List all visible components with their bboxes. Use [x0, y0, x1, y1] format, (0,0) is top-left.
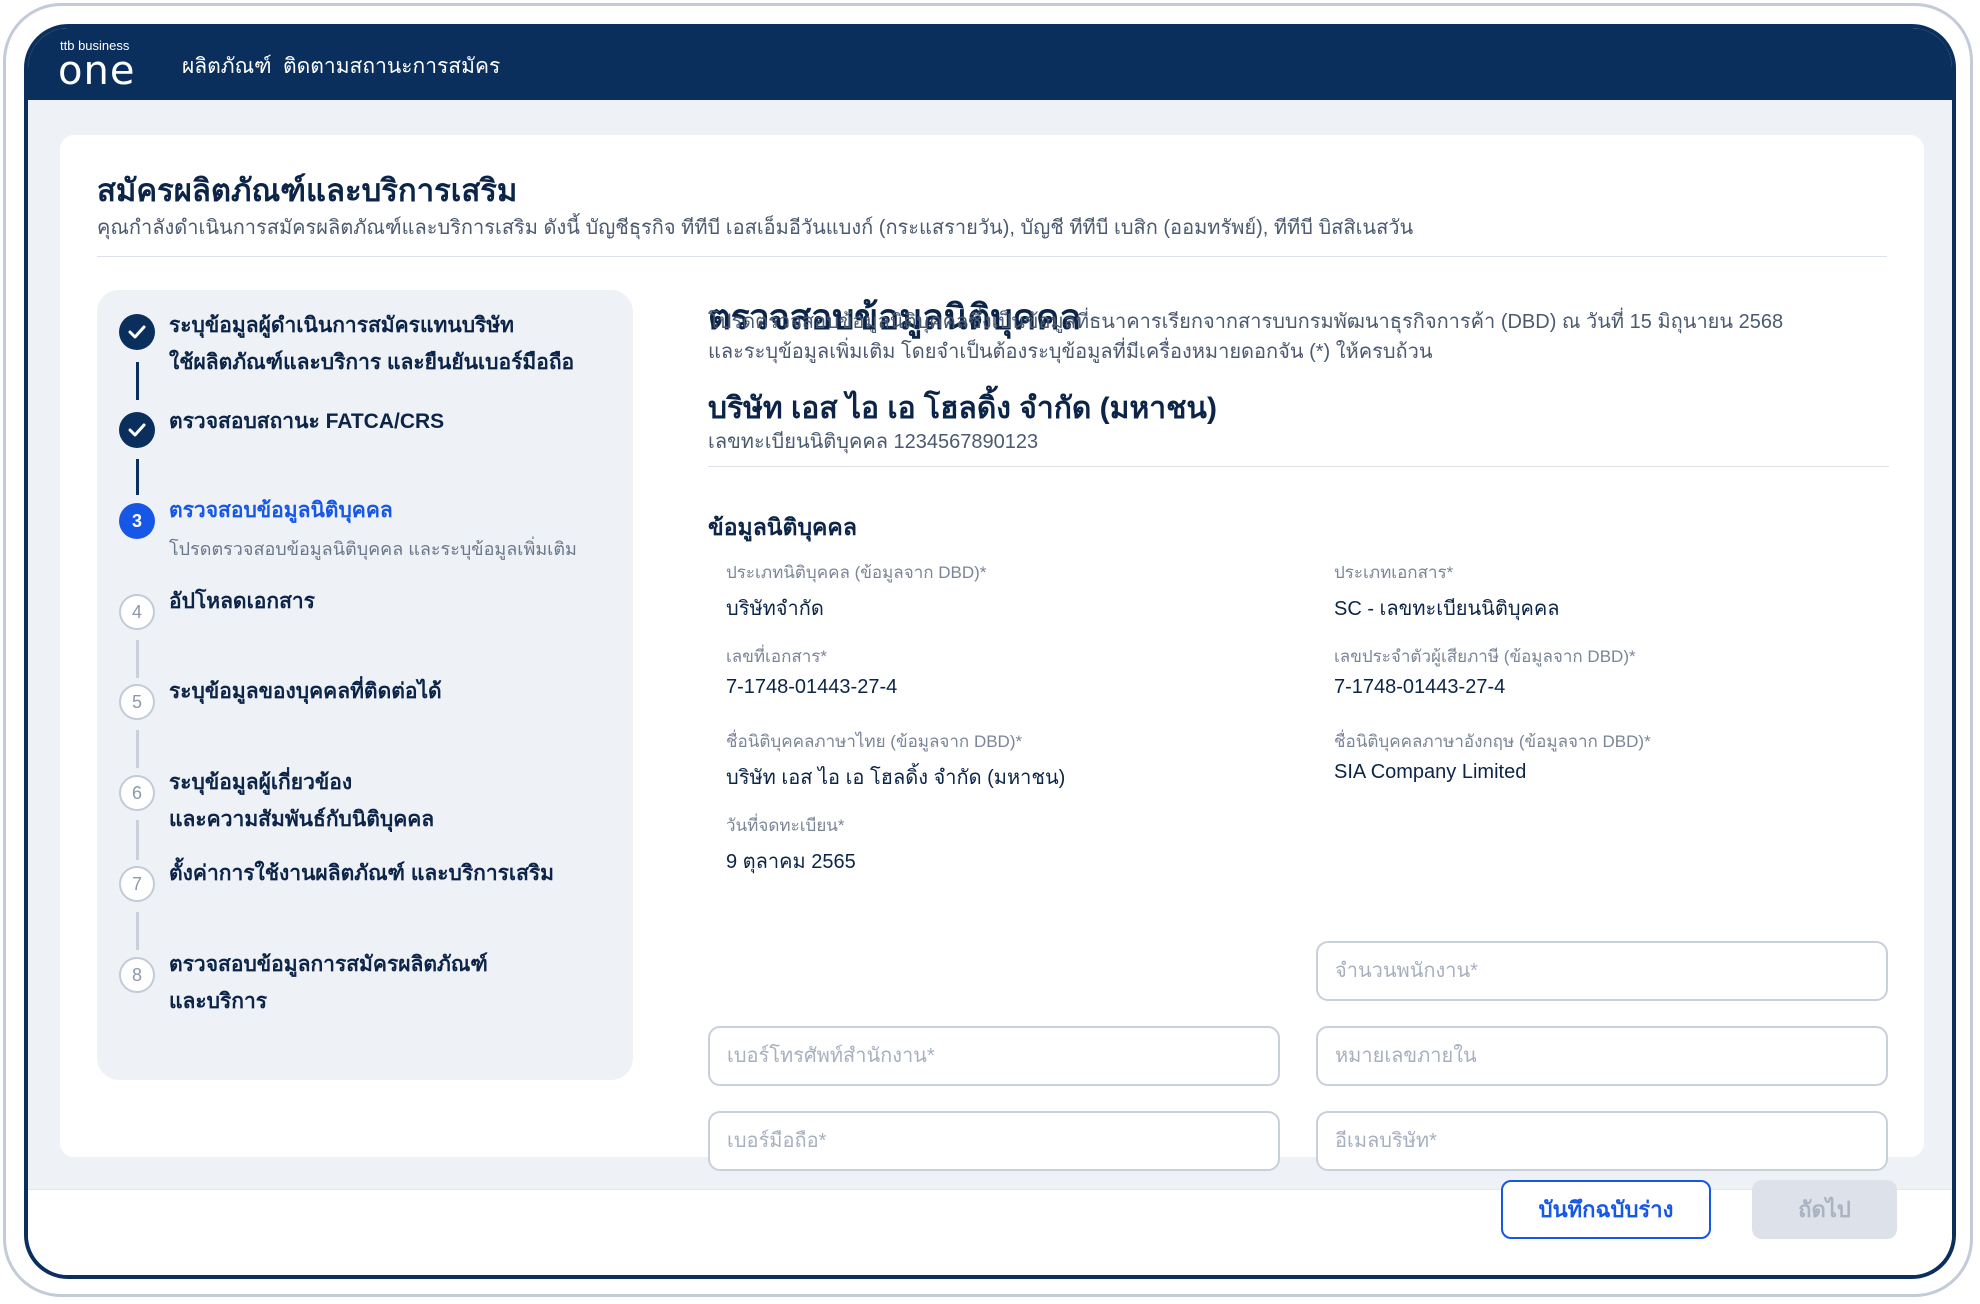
- employee-count-input[interactable]: [1316, 941, 1888, 1001]
- main-card: สมัครผลิตภัณฑ์และบริการเสริม คุณกำลังดำเ…: [60, 135, 1924, 1171]
- step-1-label: ระบุข้อมูลผู้ดำเนินการสมัครแทนบริษัท ใช้…: [169, 314, 575, 374]
- field-label: ประเภทนิติบุคคล (ข้อมูลจาก DBD)*: [726, 563, 987, 582]
- divider: [97, 256, 1887, 257]
- next-button[interactable]: ถัดไป: [1752, 1180, 1897, 1239]
- step-connector: [136, 912, 139, 950]
- field-label: เลขที่เอกสาร*: [726, 647, 828, 666]
- check-icon: [119, 314, 155, 350]
- field-document-type: ประเภทเอกสาร* SC - เลขทะเบียนนิติบุคคล: [1334, 559, 1560, 624]
- step-3-label: ตรวจสอบข้อมูลนิติบุคคล: [169, 499, 393, 522]
- field-tax-id: เลขประจำตัวผู้เสียภาษี (ข้อมูลจาก DBD)* …: [1334, 643, 1636, 699]
- logo-text: one: [58, 48, 136, 94]
- field-value: SIA Company Limited: [1334, 761, 1527, 783]
- office-phone-input[interactable]: [708, 1026, 1280, 1086]
- field-entity-type: ประเภทนิติบุคคล (ข้อมูลจาก DBD)* บริษัทจ…: [726, 559, 986, 624]
- step-number-badge: 8: [119, 957, 155, 993]
- step-connector: [136, 362, 139, 400]
- check-icon: [119, 412, 155, 448]
- field-value: 7-1748-01443-27-4: [726, 676, 898, 698]
- step-6-label: ระบุข้อมูลผู้เกี่ยวข้อง และความสัมพันธ์ก…: [169, 771, 435, 831]
- field-label: ชื่อนิติบุคคลภาษาอังกฤษ (ข้อมูลจาก DBD)*: [1334, 732, 1651, 751]
- divider: [708, 466, 1889, 467]
- ttb-business-one-logo[interactable]: ttb business one: [58, 38, 148, 94]
- nav-products[interactable]: ผลิตภัณฑ์: [182, 50, 272, 83]
- extension-input[interactable]: [1316, 1026, 1888, 1086]
- step-number-badge: 7: [119, 866, 155, 902]
- field-label: วันที่จดทะเบียน*: [726, 816, 845, 835]
- step-7-label: ตั้งค่าการใช้งานผลิตภัณฑ์ และบริการเสริม: [169, 862, 555, 885]
- step-connector: [136, 459, 139, 495]
- field-registration-date: วันที่จดทะเบียน* 9 ตุลาคม 2565: [726, 812, 856, 877]
- field-label: ชื่อนิติบุคคลภาษาไทย (ข้อมูลจาก DBD)*: [726, 732, 1023, 751]
- nav-track-application[interactable]: ติดตามสถานะการสมัคร: [283, 50, 500, 83]
- step-2-label: ตรวจสอบสถานะ FATCA/CRS: [169, 410, 445, 433]
- step-3-description: โปรดตรวจสอบข้อมูลนิติบุคคล และระบุข้อมูล…: [169, 539, 577, 559]
- top-nav-bar: ttb business one ผลิตภัณฑ์ ติดตามสถานะกา…: [28, 28, 1952, 100]
- step-connector: [136, 640, 139, 678]
- step-8-label: ตรวจสอบข้อมูลการสมัครผลิตภัณฑ์ และบริการ: [169, 953, 488, 1013]
- step-number-badge: 5: [119, 684, 155, 720]
- registration-number: เลขทะเบียนนิติบุคคล 1234567890123: [708, 431, 1039, 453]
- step-number-badge: 3: [119, 503, 155, 539]
- step-5-label: ระบุข้อมูลของบุคคลที่ติดต่อได้: [169, 680, 442, 703]
- field-value: บริษัทจำกัด: [726, 598, 824, 620]
- field-value: SC - เลขทะเบียนนิติบุคคล: [1334, 598, 1560, 620]
- mobile-input[interactable]: [708, 1111, 1280, 1171]
- field-name-thai: ชื่อนิติบุคคลภาษาไทย (ข้อมูลจาก DBD)* บร…: [726, 728, 1065, 793]
- field-value: บริษัท เอส ไอ เอ โฮลดิ้ง จำกัด (มหาชน): [726, 767, 1066, 789]
- field-label: เลขประจำตัวผู้เสียภาษี (ข้อมูลจาก DBD)*: [1334, 647, 1636, 666]
- page-subtitle: คุณกำลังดำเนินการสมัครผลิตภัณฑ์และบริการ…: [97, 217, 1414, 239]
- field-name-english: ชื่อนิติบุคคลภาษาอังกฤษ (ข้อมูลจาก DBD)*…: [1334, 728, 1651, 784]
- step-connector: [136, 820, 139, 860]
- page-title: สมัครผลิตภัณฑ์และบริการเสริม: [97, 173, 518, 208]
- save-draft-button[interactable]: บันทึกฉบับร่าง: [1501, 1180, 1711, 1239]
- step-4-label: อัปโหลดเอกสาร: [169, 590, 315, 613]
- company-email-input[interactable]: [1316, 1111, 1888, 1171]
- section-description: โปรดตรวจสอบข้อมูลนิติบุคคลซึ่งเป็นข้อมูล…: [708, 311, 1784, 363]
- field-document-number: เลขที่เอกสาร* 7-1748-01443-27-4: [726, 643, 897, 699]
- app-window: ttb business one ผลิตภัณฑ์ ติดตามสถานะกา…: [24, 24, 1956, 1279]
- group-title: ข้อมูลนิติบุคคล: [708, 514, 857, 540]
- step-number-badge: 4: [119, 594, 155, 630]
- field-value: 7-1748-01443-27-4: [1334, 676, 1506, 698]
- step-number-badge: 6: [119, 775, 155, 811]
- step-progress-panel: ระบุข้อมูลผู้ดำเนินการสมัครแทนบริษัท ใช้…: [97, 290, 633, 1080]
- field-value: 9 ตุลาคม 2565: [726, 851, 856, 873]
- step-connector: [136, 730, 139, 768]
- field-label: ประเภทเอกสาร*: [1334, 563, 1454, 582]
